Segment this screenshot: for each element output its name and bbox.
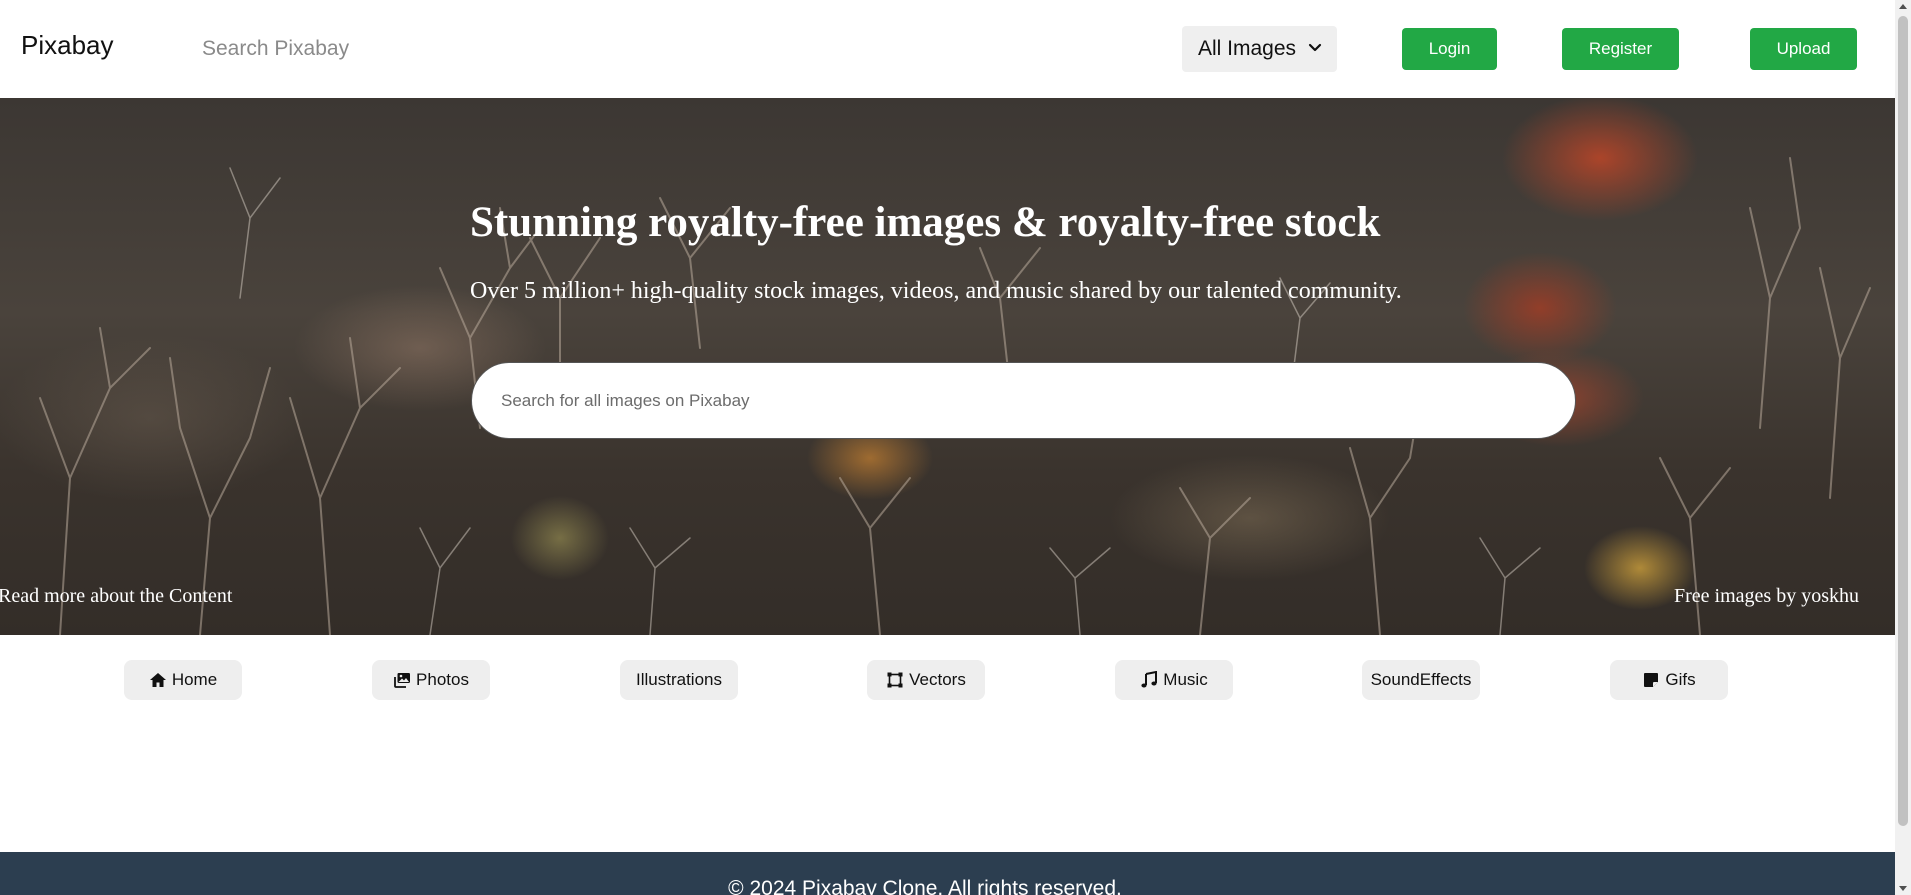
vector-icon [887, 672, 903, 688]
category-label: Music [1163, 670, 1208, 689]
image-type-select[interactable]: All Images [1182, 26, 1337, 72]
category-vectors[interactable]: Vectors [867, 660, 985, 700]
image-type-select-value: All Images [1198, 37, 1297, 60]
footer-copyright: © 2024 Pixabay Clone. All rights reserve… [728, 877, 1122, 895]
image-credit-link[interactable]: Free images by yoskhu [1674, 585, 1859, 608]
home-icon [149, 673, 166, 687]
top-header: Pixabay All Images Login Register Upload [0, 0, 1895, 98]
category-label: Home [171, 670, 218, 689]
scroll-down-arrow-icon[interactable] [1899, 886, 1907, 891]
hero-banner: Stunning royalty-free images & royalty-f… [0, 98, 1895, 635]
music-note-icon [1141, 671, 1158, 688]
register-button[interactable]: Register [1562, 28, 1679, 70]
scrollbar-thumb[interactable] [1898, 16, 1908, 826]
login-button[interactable]: Login [1402, 28, 1497, 70]
photos-icon [394, 673, 411, 688]
category-label: Illustrations [636, 670, 722, 689]
hero-search-field[interactable] [471, 362, 1576, 439]
header-search-input[interactable] [200, 30, 620, 68]
hero-subtitle: Over 5 million+ high-quality stock image… [470, 278, 1402, 304]
category-home[interactable]: Home [124, 660, 242, 700]
scroll-up-arrow-icon[interactable] [1899, 4, 1907, 9]
site-logo[interactable]: Pixabay [21, 30, 114, 61]
upload-button[interactable]: Upload [1750, 28, 1857, 70]
category-label: Vectors [909, 670, 966, 689]
site-footer: © 2024 Pixabay Clone. All rights reserve… [0, 852, 1895, 895]
read-more-link[interactable]: Read more about the Content [0, 585, 232, 608]
page-scrollbar[interactable] [1895, 0, 1911, 895]
category-soundeffects[interactable]: SoundEffects [1362, 660, 1480, 700]
category-bar: Home Photos Illustrations Vectors Music … [0, 635, 1895, 852]
category-illustrations[interactable]: Illustrations [620, 660, 738, 700]
category-photos[interactable]: Photos [372, 660, 490, 700]
gif-sticker-icon [1644, 673, 1659, 687]
category-music[interactable]: Music [1115, 660, 1233, 700]
chevron-down-icon [1308, 43, 1322, 52]
category-label: Gifs [1665, 670, 1696, 689]
category-label: SoundEffects [1370, 670, 1472, 689]
hero-title: Stunning royalty-free images & royalty-f… [470, 199, 1381, 246]
hero-search-input[interactable] [499, 389, 1575, 412]
category-label: Photos [416, 670, 469, 689]
category-gifs[interactable]: Gifs [1610, 660, 1728, 700]
